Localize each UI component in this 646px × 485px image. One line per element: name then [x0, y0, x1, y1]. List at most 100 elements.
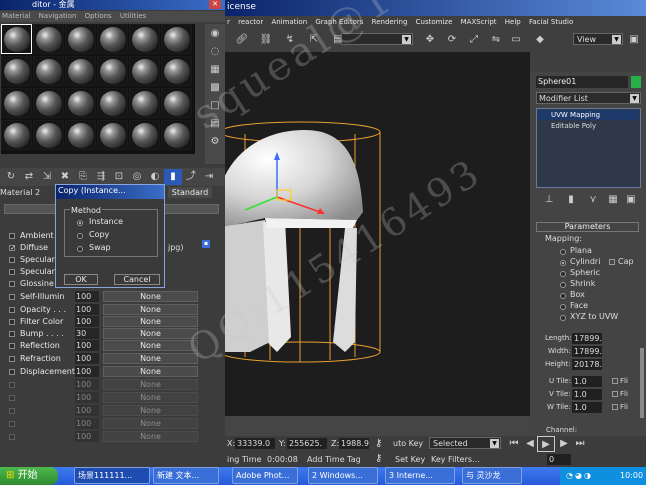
map-amount[interactable]: 100 [75, 340, 99, 351]
mapping-radio-shrink[interactable] [560, 282, 566, 288]
mapping-radio-face[interactable] [560, 304, 566, 310]
mapping-radio-spherical[interactable] [560, 271, 566, 277]
taskbar-item[interactable]: 新建 文本... [153, 467, 219, 484]
stack-item-editable-poly[interactable]: Editable Poly [538, 121, 639, 131]
put-library-icon[interactable]: ⊡ [110, 169, 128, 185]
effects-channel-icon[interactable]: ◎ [128, 169, 146, 185]
stack-item-uvw-mapping[interactable]: UVW Mapping [538, 110, 639, 120]
sample-slot[interactable] [1, 56, 32, 86]
map-amount[interactable]: 30 [75, 328, 99, 339]
map-amount[interactable]: 100 [75, 316, 99, 327]
map-enable-checkbox[interactable] [9, 356, 15, 362]
map-amount[interactable]: 100 [75, 291, 99, 302]
backlight-icon[interactable]: ◌ [206, 44, 224, 60]
map-button[interactable]: None [103, 431, 198, 442]
go-parent-icon[interactable]: ⤴ [182, 169, 200, 185]
sample-slot[interactable] [97, 56, 128, 86]
material-editor-titlebar[interactable]: ditor - 金属 ✕ [0, 0, 225, 10]
parameters-rollout[interactable]: Parameters [536, 222, 639, 232]
dialog-titlebar[interactable]: Copy (Instance... [56, 185, 164, 199]
menu-customize[interactable]: Customize [416, 18, 453, 26]
sample-slot[interactable] [1, 120, 32, 150]
object-name-field[interactable]: Sphere01 [536, 76, 628, 88]
key-icon[interactable]: ⚷ [375, 438, 382, 449]
sample-slot[interactable] [65, 56, 96, 86]
mapping-radio-xyz[interactable] [560, 315, 566, 321]
taskbar-item[interactable]: 3 Interne... [385, 467, 455, 484]
flip-checkbox[interactable] [612, 378, 618, 384]
map-button[interactable]: None [103, 366, 198, 377]
map-enable-checkbox[interactable] [9, 343, 15, 349]
sample-slot[interactable] [65, 88, 96, 118]
sample-slot[interactable] [65, 24, 96, 54]
cap-checkbox[interactable] [609, 259, 615, 265]
video-check-icon[interactable]: □ [206, 98, 224, 114]
mapping-radio-planar[interactable] [560, 249, 566, 255]
map-button[interactable]: None [103, 340, 198, 351]
add-time-tag-button[interactable]: Add Time Tag [307, 455, 361, 464]
put-to-scene-icon[interactable]: ⇄ [20, 169, 38, 185]
unlink-icon[interactable]: ⛓ [257, 32, 275, 48]
map-button[interactable]: None [103, 392, 198, 403]
set-key-button[interactable]: Set Key [395, 455, 425, 464]
x-coordinate-field[interactable]: 33339.0 [235, 438, 275, 449]
modifier-list-dropdown[interactable]: Modifier List ▼ [536, 92, 641, 104]
timeline-bar[interactable] [225, 416, 530, 436]
sample-slot[interactable] [161, 56, 192, 86]
tray-icons[interactable]: ◔◕◑ [566, 467, 593, 485]
mapping-radio-cylindrical[interactable] [560, 260, 566, 266]
main-titlebar[interactable]: icense [225, 0, 646, 16]
link-icon[interactable]: 🔗︎ [233, 32, 251, 48]
configure-icon[interactable]: ▣ [622, 192, 640, 208]
mapping-radio-box[interactable] [560, 293, 566, 299]
height-field[interactable]: 20178. [572, 359, 602, 370]
show-end-result-icon[interactable]: ▮ [562, 192, 580, 208]
cancel-button[interactable]: Cancel [114, 274, 160, 285]
options-icon[interactable]: ⚙ [206, 134, 224, 150]
background-icon[interactable]: ▦ [206, 62, 224, 78]
sample-slot[interactable] [33, 120, 64, 150]
sample-slot[interactable] [97, 88, 128, 118]
map-enable-checkbox[interactable]: ✓ [9, 245, 16, 252]
menu-graph-editors[interactable]: Graph Editors [315, 18, 363, 26]
menu-navigation[interactable]: Navigation [39, 12, 77, 20]
sample-slot[interactable] [33, 88, 64, 118]
auto-key-button[interactable]: uto Key [393, 439, 423, 448]
copy-radio[interactable] [77, 233, 83, 239]
move-icon[interactable]: ✥ [421, 32, 439, 48]
pin-stack-icon[interactable]: ⊥ [540, 192, 558, 208]
map-enable-checkbox[interactable] [9, 294, 15, 300]
flip-checkbox[interactable] [612, 391, 618, 397]
flip-checkbox[interactable] [612, 404, 618, 410]
sample-slot[interactable] [1, 88, 32, 118]
diffuse-map-button[interactable]: jpg) [168, 242, 184, 254]
map-enable-checkbox[interactable] [9, 421, 15, 427]
viewport[interactable] [225, 52, 530, 416]
show-end-icon[interactable]: ▮ [164, 169, 182, 185]
map-button[interactable]: None [103, 405, 198, 416]
sample-slot[interactable] [129, 56, 160, 86]
map-button[interactable]: None [103, 328, 198, 339]
map-enable-checkbox[interactable] [9, 369, 15, 375]
taskbar-item[interactable]: 场景111111... [74, 467, 150, 484]
material-name-field[interactable]: Material 2 [0, 188, 40, 197]
material-type-button[interactable]: Standard [168, 187, 212, 198]
menu-item[interactable]: r [227, 18, 230, 26]
close-icon[interactable]: ✕ [209, 0, 221, 9]
sample-slot[interactable] [129, 24, 160, 54]
map-amount[interactable]: 100 [75, 405, 99, 416]
map-enable-checkbox[interactable] [9, 382, 15, 388]
uv-tiling-icon[interactable]: ▩ [206, 80, 224, 96]
snap-icon[interactable]: ▭ [507, 32, 525, 48]
go-end-icon[interactable]: ⏭ [571, 436, 589, 452]
instance-radio[interactable] [77, 220, 83, 226]
menu-facial-studio[interactable]: Facial Studio [529, 18, 573, 26]
map-enable-checkbox[interactable] [9, 257, 15, 263]
sample-slot[interactable] [1, 24, 32, 54]
map-button[interactable]: None [103, 379, 198, 390]
menu-animation[interactable]: Animation [271, 18, 307, 26]
object-color-swatch[interactable] [631, 76, 641, 88]
sample-type-icon[interactable]: ◉ [206, 26, 224, 42]
map-amount[interactable]: 100 [75, 353, 99, 364]
selection-set-dropdown[interactable]: ▼ [341, 33, 413, 45]
